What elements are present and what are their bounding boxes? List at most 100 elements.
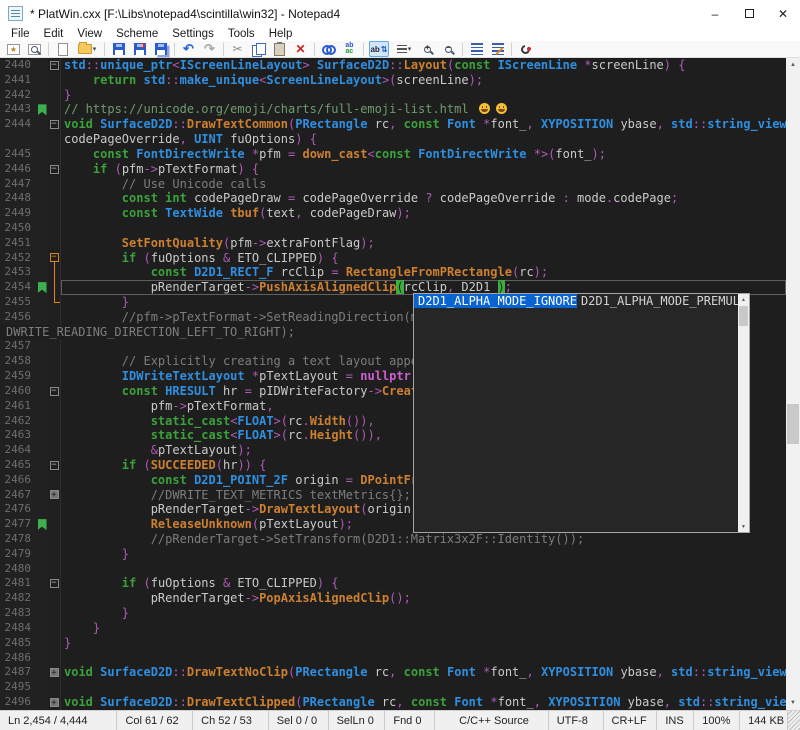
line-number[interactable]: 2443 xyxy=(0,102,36,117)
line-number[interactable]: 2446 xyxy=(0,162,36,177)
fold-margin[interactable] xyxy=(48,680,61,695)
line-number[interactable]: 2480 xyxy=(0,562,36,577)
marker-margin[interactable] xyxy=(36,502,48,517)
code-line-2486[interactable]: 2486 xyxy=(0,651,786,666)
line-number[interactable]: 2444 xyxy=(0,117,36,132)
scroll-up-icon[interactable]: ▲ xyxy=(786,58,800,72)
code-text[interactable]: } xyxy=(61,621,786,636)
code-text[interactable]: // Use Unicode calls xyxy=(61,177,786,192)
code-line-2487[interactable]: 2487+void SurfaceD2D::DrawTextNoClip(PRe… xyxy=(0,665,786,680)
line-number[interactable]: 2478 xyxy=(0,532,36,547)
status-column-position[interactable]: Col 61 / 62 xyxy=(117,711,193,730)
fold-margin[interactable] xyxy=(48,132,61,147)
status-selection-count[interactable]: Sel 0 / 0 xyxy=(269,711,329,730)
resize-grip[interactable] xyxy=(788,711,800,730)
line-number[interactable]: 2440 xyxy=(0,58,36,73)
marker-margin[interactable] xyxy=(36,695,48,710)
bookmark-marker[interactable] xyxy=(36,517,48,532)
fold-margin[interactable] xyxy=(48,621,61,636)
fold-margin[interactable] xyxy=(48,532,61,547)
code-line-2441[interactable]: 2441 return std::make_unique<ScreenLineL… xyxy=(0,73,786,88)
code-line-2480[interactable]: 2480 xyxy=(0,562,786,577)
line-number[interactable]: 2442 xyxy=(0,88,36,103)
line-number[interactable]: 2451 xyxy=(0,236,36,251)
code-line-2479[interactable]: 2479 } xyxy=(0,547,786,562)
fold-margin[interactable] xyxy=(48,473,61,488)
show-whitespace-toggle-button[interactable]: ab⇅ xyxy=(367,41,391,57)
line-number[interactable]: 2481 xyxy=(0,576,36,591)
fold-margin[interactable] xyxy=(48,310,61,325)
line-number[interactable]: 2476 xyxy=(0,502,36,517)
bookmark-marker[interactable] xyxy=(36,280,48,295)
new-window-star-button[interactable]: ★ xyxy=(3,41,24,57)
code-line-2443[interactable]: 2443// https://unicode.org/emoji/charts/… xyxy=(0,102,786,117)
fold-margin[interactable] xyxy=(48,443,61,458)
line-number[interactable]: 2483 xyxy=(0,606,36,621)
code-line-2448[interactable]: 2448 const int codePageDraw = codePageOv… xyxy=(0,191,786,206)
menu-item-scheme[interactable]: Scheme xyxy=(109,28,165,40)
marker-margin[interactable] xyxy=(36,414,48,429)
zoom-out-button[interactable]: − xyxy=(438,41,459,57)
marker-margin[interactable] xyxy=(36,458,48,473)
fold-marker[interactable]: + xyxy=(48,488,61,503)
code-text[interactable]: pRenderTarget->PopAxisAlignedClip(); xyxy=(61,591,786,606)
code-text[interactable]: void SurfaceD2D::DrawTextClipped(PRectan… xyxy=(61,695,786,710)
menu-item-edit[interactable]: Edit xyxy=(37,28,71,40)
line-number[interactable]: 2467 xyxy=(0,488,36,503)
status-insert-mode[interactable]: INS xyxy=(657,711,694,730)
status-encoding[interactable]: UTF-8 xyxy=(549,711,604,730)
code-line-2446[interactable]: 2446− if (pfm->pTextFormat) { xyxy=(0,162,786,177)
fold-margin[interactable] xyxy=(48,591,61,606)
fold-margin[interactable] xyxy=(48,562,61,577)
copy-button[interactable] xyxy=(248,41,269,57)
status-selected-lines[interactable]: SelLn 0 xyxy=(329,711,386,730)
status-syntax-scheme[interactable]: C/C++ Source xyxy=(451,711,549,730)
code-line-2444[interactable]: 2444−void SurfaceD2D::DrawTextCommon(PRe… xyxy=(0,117,786,132)
autocomplete-scrollbar[interactable]: ▲ ▼ xyxy=(738,294,749,532)
marker-margin[interactable] xyxy=(36,73,48,88)
minimize-button[interactable]: – xyxy=(698,0,732,27)
line-number[interactable]: 2441 xyxy=(0,73,36,88)
line-number[interactable]: 2447 xyxy=(0,177,36,192)
code-text[interactable] xyxy=(61,680,786,695)
redo-button[interactable]: ↷ xyxy=(199,41,220,57)
line-number[interactable]: 2457 xyxy=(0,339,36,354)
code-line-2496[interactable]: 2496+void SurfaceD2D::DrawTextClipped(PR… xyxy=(0,695,786,710)
code-line-2447[interactable]: 2447 // Use Unicode calls xyxy=(0,177,786,192)
code-text[interactable]: if (pfm->pTextFormat) { xyxy=(61,162,786,177)
code-text[interactable]: } xyxy=(61,88,786,103)
marker-margin[interactable] xyxy=(36,88,48,103)
status-find-count[interactable]: Fnd 0 xyxy=(385,711,435,730)
code-line-2445[interactable]: 2445 const FontDirectWrite *pfm = down_c… xyxy=(0,147,786,162)
code-line-2495[interactable]: 2495 xyxy=(0,680,786,695)
marker-margin[interactable] xyxy=(36,606,48,621)
line-number[interactable]: 2448 xyxy=(0,191,36,206)
code-text[interactable]: std::unique_ptr<IScreenLineLayout> Surfa… xyxy=(61,58,786,73)
line-number[interactable]: 2479 xyxy=(0,547,36,562)
line-number[interactable]: 2484 xyxy=(0,621,36,636)
code-line-2449[interactable]: 2449 const TextWide tbuf(text, codePageD… xyxy=(0,206,786,221)
code-line-2481[interactable]: 2481− if (fuOptions & ETO_CLIPPED) { xyxy=(0,576,786,591)
code-text[interactable] xyxy=(61,651,786,666)
code-line-2484[interactable]: 2484 } xyxy=(0,621,786,636)
fold-margin[interactable] xyxy=(48,547,61,562)
word-wrap-button[interactable] xyxy=(466,41,487,57)
line-number[interactable]: 2462 xyxy=(0,414,36,429)
scheme-select-button[interactable]: ▾ xyxy=(391,41,417,57)
fold-marker[interactable]: − xyxy=(48,384,61,399)
marker-margin[interactable] xyxy=(36,310,48,325)
marker-margin[interactable] xyxy=(36,236,48,251)
code-line-2451[interactable]: 2451 SetFontQuality(pfm->extraFontFlag); xyxy=(0,236,786,251)
menu-item-help[interactable]: Help xyxy=(262,28,300,40)
line-number[interactable]: 2449 xyxy=(0,206,36,221)
line-number[interactable]: 2450 xyxy=(0,221,36,236)
fold-margin[interactable] xyxy=(48,606,61,621)
fold-margin[interactable] xyxy=(48,369,61,384)
line-number[interactable]: 2496 xyxy=(0,695,36,710)
fold-margin[interactable] xyxy=(48,236,61,251)
fold-margin[interactable] xyxy=(48,73,61,88)
marker-margin[interactable] xyxy=(36,221,48,236)
reload-file-button[interactable] xyxy=(515,41,536,57)
line-edit-button[interactable] xyxy=(487,41,508,57)
autocomplete-item[interactable]: D2D1_ALPHA_MODE_IGNORE xyxy=(414,294,577,308)
